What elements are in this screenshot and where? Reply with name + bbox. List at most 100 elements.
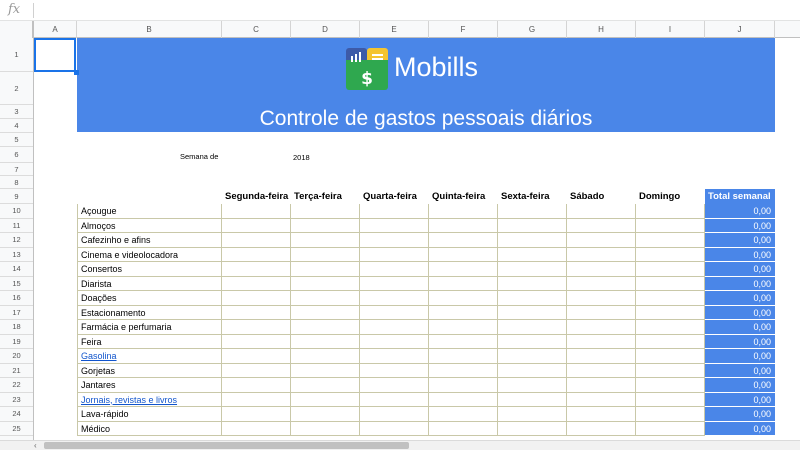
day-value-cell[interactable] [498, 262, 567, 277]
day-value-cell[interactable] [291, 204, 360, 219]
expense-category-cell[interactable]: Médico [77, 421, 222, 436]
total-weekly-cell[interactable]: 0,00 [705, 247, 775, 262]
day-value-cell[interactable] [636, 262, 705, 277]
day-value-cell[interactable] [567, 378, 636, 393]
day-value-cell[interactable] [222, 218, 291, 233]
total-weekly-cell[interactable]: 0,00 [705, 392, 775, 407]
day-value-cell[interactable] [291, 363, 360, 378]
day-value-cell[interactable] [567, 392, 636, 407]
day-value-cell[interactable] [360, 262, 429, 277]
expense-category-cell[interactable]: Feira [77, 334, 222, 349]
day-value-cell[interactable] [429, 378, 498, 393]
day-value-cell[interactable] [360, 349, 429, 364]
day-value-cell[interactable] [498, 392, 567, 407]
day-value-cell[interactable] [498, 363, 567, 378]
total-weekly-cell[interactable]: 0,00 [705, 276, 775, 291]
day-value-cell[interactable] [567, 247, 636, 262]
day-value-cell[interactable] [360, 378, 429, 393]
day-value-cell[interactable] [291, 247, 360, 262]
day-value-cell[interactable] [429, 421, 498, 436]
day-value-cell[interactable] [636, 233, 705, 248]
expense-category-cell[interactable]: Jantares [77, 378, 222, 393]
row-header[interactable]: 13 [0, 248, 33, 262]
day-value-cell[interactable] [360, 407, 429, 422]
column-header-d[interactable]: D [291, 21, 360, 38]
day-value-cell[interactable] [222, 421, 291, 436]
total-weekly-cell[interactable]: 0,00 [705, 262, 775, 277]
day-value-cell[interactable] [222, 334, 291, 349]
day-value-cell[interactable] [429, 305, 498, 320]
day-value-cell[interactable] [291, 392, 360, 407]
row-header[interactable]: 20 [0, 349, 33, 364]
day-value-cell[interactable] [222, 247, 291, 262]
day-value-cell[interactable] [567, 349, 636, 364]
column-header-i[interactable]: I [636, 21, 705, 38]
day-value-cell[interactable] [567, 233, 636, 248]
day-value-cell[interactable] [222, 276, 291, 291]
expense-category-cell[interactable]: Gorjetas [77, 363, 222, 378]
day-value-cell[interactable] [291, 421, 360, 436]
day-value-cell[interactable] [360, 334, 429, 349]
row-header[interactable]: 8 [0, 176, 33, 189]
day-value-cell[interactable] [429, 291, 498, 306]
day-value-cell[interactable] [636, 320, 705, 335]
day-value-cell[interactable] [498, 247, 567, 262]
day-value-cell[interactable] [498, 291, 567, 306]
day-value-cell[interactable] [291, 407, 360, 422]
column-header-a[interactable]: A [34, 21, 77, 38]
day-value-cell[interactable] [567, 204, 636, 219]
day-value-cell[interactable] [567, 218, 636, 233]
day-value-cell[interactable] [636, 349, 705, 364]
row-header[interactable]: 7 [0, 163, 33, 176]
row-header[interactable]: 11 [0, 219, 33, 233]
day-value-cell[interactable] [360, 305, 429, 320]
day-value-cell[interactable] [636, 291, 705, 306]
total-weekly-cell[interactable]: 0,00 [705, 378, 775, 393]
day-value-cell[interactable] [429, 334, 498, 349]
expense-category-cell[interactable]: Lava-rápido [77, 407, 222, 422]
day-value-cell[interactable] [429, 392, 498, 407]
column-header-e[interactable]: E [360, 21, 429, 38]
row-header[interactable]: 4 [0, 119, 33, 133]
row-header[interactable]: 15 [0, 277, 33, 291]
day-value-cell[interactable] [567, 305, 636, 320]
day-value-cell[interactable] [291, 320, 360, 335]
expense-category-cell[interactable]: Jornais, revistas e livros [77, 392, 222, 407]
day-value-cell[interactable] [636, 276, 705, 291]
day-value-cell[interactable] [636, 378, 705, 393]
day-value-cell[interactable] [636, 407, 705, 422]
day-value-cell[interactable] [429, 320, 498, 335]
day-value-cell[interactable] [360, 421, 429, 436]
row-header[interactable]: 9 [0, 189, 33, 204]
day-value-cell[interactable] [291, 276, 360, 291]
day-value-cell[interactable] [222, 407, 291, 422]
day-value-cell[interactable] [498, 305, 567, 320]
day-value-cell[interactable] [498, 378, 567, 393]
expense-category-cell[interactable]: Gasolina [77, 349, 222, 364]
expense-category-cell[interactable]: Consertos [77, 262, 222, 277]
total-weekly-cell[interactable]: 0,00 [705, 204, 775, 219]
expense-category-cell[interactable]: Açougue [77, 204, 222, 219]
day-value-cell[interactable] [636, 218, 705, 233]
day-value-cell[interactable] [360, 392, 429, 407]
row-header[interactable]: 3 [0, 105, 33, 119]
day-value-cell[interactable] [291, 218, 360, 233]
day-value-cell[interactable] [498, 349, 567, 364]
day-value-cell[interactable] [567, 291, 636, 306]
row-header[interactable]: 18 [0, 320, 33, 335]
day-value-cell[interactable] [636, 305, 705, 320]
day-value-cell[interactable] [498, 334, 567, 349]
column-header-j[interactable]: J [705, 21, 775, 38]
scrollbar-thumb[interactable] [44, 442, 409, 449]
row-header[interactable]: 19 [0, 335, 33, 349]
day-value-cell[interactable] [636, 363, 705, 378]
total-weekly-cell[interactable]: 0,00 [705, 305, 775, 320]
day-value-cell[interactable] [360, 218, 429, 233]
total-weekly-cell[interactable]: 0,00 [705, 407, 775, 422]
day-value-cell[interactable] [498, 233, 567, 248]
day-value-cell[interactable] [222, 305, 291, 320]
row-header[interactable]: 1 [0, 38, 33, 72]
expense-category-cell[interactable]: Diarista [77, 276, 222, 291]
expense-category-cell[interactable]: Farmácia e perfumaria [77, 320, 222, 335]
row-header[interactable]: 10 [0, 204, 33, 219]
